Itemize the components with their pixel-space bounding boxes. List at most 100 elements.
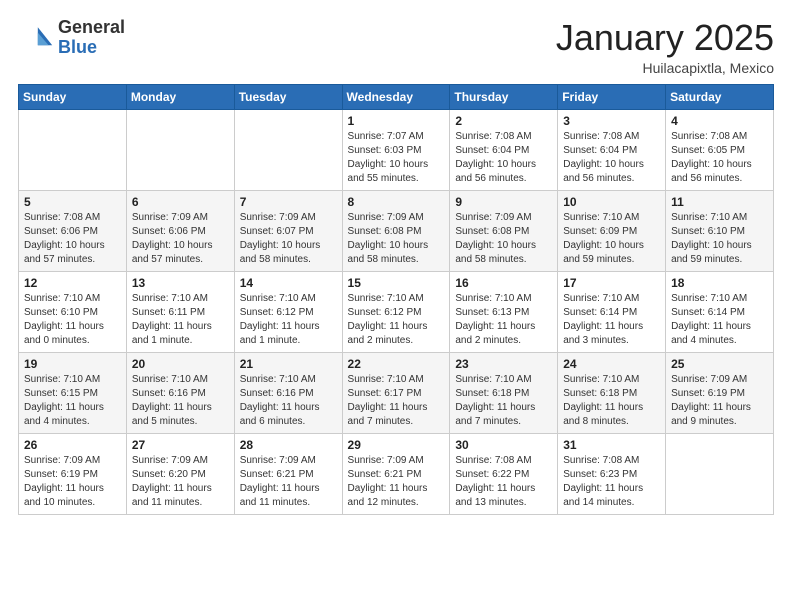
day-number: 28 — [240, 438, 337, 452]
calendar-cell: 1 Sunrise: 7:07 AM Sunset: 6:03 PM Daylig… — [342, 109, 450, 190]
calendar-cell: 11 Sunrise: 7:10 AM Sunset: 6:10 PM Dayli… — [666, 190, 774, 271]
day-info: Sunrise: 7:09 AM Sunset: 6:21 PM Dayligh… — [348, 454, 445, 510]
day-info: Sunrise: 7:10 AM Sunset: 6:15 PM Dayligh… — [24, 373, 121, 429]
day-number: 9 — [455, 195, 552, 209]
day-info: Sunrise: 7:08 AM Sunset: 6:23 PM Dayligh… — [563, 454, 660, 510]
calendar-cell — [666, 433, 774, 514]
calendar-cell: 2 Sunrise: 7:08 AM Sunset: 6:04 PM Daylig… — [450, 109, 558, 190]
calendar-cell: 24 Sunrise: 7:10 AM Sunset: 6:18 PM Dayli… — [558, 352, 666, 433]
calendar-cell: 8 Sunrise: 7:09 AM Sunset: 6:08 PM Daylig… — [342, 190, 450, 271]
day-header-sunday: Sunday — [19, 84, 127, 109]
logo-general-text: General — [58, 18, 125, 38]
day-number: 22 — [348, 357, 445, 371]
calendar-cell: 16 Sunrise: 7:10 AM Sunset: 6:13 PM Dayli… — [450, 271, 558, 352]
calendar-cell: 25Sunrise: 7:09 AM Sunset: 6:19 PM Dayli… — [666, 352, 774, 433]
calendar-cell — [234, 109, 342, 190]
day-info: Sunrise: 7:10 AM Sunset: 6:18 PM Dayligh… — [455, 373, 552, 429]
day-number: 7 — [240, 195, 337, 209]
day-info: Sunrise: 7:10 AM Sunset: 6:14 PM Dayligh… — [671, 292, 768, 348]
calendar-cell — [19, 109, 127, 190]
location: Huilacapixtla, Mexico — [556, 60, 774, 76]
title-block: January 2025 Huilacapixtla, Mexico — [556, 18, 774, 76]
day-number: 13 — [132, 276, 229, 290]
day-header-saturday: Saturday — [666, 84, 774, 109]
day-header-tuesday: Tuesday — [234, 84, 342, 109]
calendar-cell: 12 Sunrise: 7:10 AM Sunset: 6:10 PM Dayli… — [19, 271, 127, 352]
day-number: 12 — [24, 276, 121, 290]
day-info: Sunrise: 7:09 AM Sunset: 6:07 PM Dayligh… — [240, 211, 337, 267]
day-number: 18 — [671, 276, 768, 290]
day-info: Sunrise: 7:09 AM Sunset: 6:21 PM Dayligh… — [240, 454, 337, 510]
day-number: 4 — [671, 114, 768, 128]
logo-icon — [18, 20, 54, 56]
day-number: 1 — [348, 114, 445, 128]
calendar-cell — [126, 109, 234, 190]
day-number: 19 — [24, 357, 121, 371]
calendar: SundayMondayTuesdayWednesdayThursdayFrid… — [18, 84, 774, 515]
calendar-week-3: 12 Sunrise: 7:10 AM Sunset: 6:10 PM Dayli… — [19, 271, 774, 352]
day-info: Sunrise: 7:07 AM Sunset: 6:03 PM Dayligh… — [348, 130, 445, 186]
day-info: Sunrise: 7:09 AM Sunset: 6:08 PM Dayligh… — [348, 211, 445, 267]
calendar-week-4: 19 Sunrise: 7:10 AM Sunset: 6:15 PM Dayli… — [19, 352, 774, 433]
day-info: Sunrise: 7:09 AM Sunset: 6:08 PM Dayligh… — [455, 211, 552, 267]
calendar-cell: 22 Sunrise: 7:10 AM Sunset: 6:17 PM Dayli… — [342, 352, 450, 433]
day-info: Sunrise: 7:08 AM Sunset: 6:05 PM Dayligh… — [671, 130, 768, 186]
month-title: January 2025 — [556, 18, 774, 58]
calendar-week-2: 5 Sunrise: 7:08 AM Sunset: 6:06 PM Daylig… — [19, 190, 774, 271]
header: General Blue January 2025 Huilacapixtla,… — [18, 18, 774, 76]
day-header-wednesday: Wednesday — [342, 84, 450, 109]
calendar-cell: 4 Sunrise: 7:08 AM Sunset: 6:05 PM Daylig… — [666, 109, 774, 190]
calendar-cell: 26 Sunrise: 7:09 AM Sunset: 6:19 PM Dayli… — [19, 433, 127, 514]
logo: General Blue — [18, 18, 125, 58]
day-info: Sunrise: 7:10 AM Sunset: 6:12 PM Dayligh… — [348, 292, 445, 348]
day-info: Sunrise: 7:10 AM Sunset: 6:18 PM Dayligh… — [563, 373, 660, 429]
calendar-cell: 6Sunrise: 7:09 AM Sunset: 6:06 PM Daylig… — [126, 190, 234, 271]
day-info: Sunrise: 7:10 AM Sunset: 6:13 PM Dayligh… — [455, 292, 552, 348]
calendar-cell: 13 Sunrise: 7:10 AM Sunset: 6:11 PM Dayli… — [126, 271, 234, 352]
calendar-cell: 14Sunrise: 7:10 AM Sunset: 6:12 PM Dayli… — [234, 271, 342, 352]
calendar-week-5: 26 Sunrise: 7:09 AM Sunset: 6:19 PM Dayli… — [19, 433, 774, 514]
day-number: 3 — [563, 114, 660, 128]
calendar-cell: 5 Sunrise: 7:08 AM Sunset: 6:06 PM Daylig… — [19, 190, 127, 271]
calendar-cell: 9 Sunrise: 7:09 AM Sunset: 6:08 PM Daylig… — [450, 190, 558, 271]
day-info: Sunrise: 7:08 AM Sunset: 6:04 PM Dayligh… — [455, 130, 552, 186]
page: General Blue January 2025 Huilacapixtla,… — [0, 0, 792, 612]
day-number: 26 — [24, 438, 121, 452]
day-header-thursday: Thursday — [450, 84, 558, 109]
calendar-cell: 18 Sunrise: 7:10 AM Sunset: 6:14 PM Dayli… — [666, 271, 774, 352]
day-number: 8 — [348, 195, 445, 209]
day-number: 2 — [455, 114, 552, 128]
day-info: Sunrise: 7:10 AM Sunset: 6:10 PM Dayligh… — [24, 292, 121, 348]
calendar-cell: 10Sunrise: 7:10 AM Sunset: 6:09 PM Dayli… — [558, 190, 666, 271]
day-info: Sunrise: 7:10 AM Sunset: 6:17 PM Dayligh… — [348, 373, 445, 429]
calendar-cell: 29Sunrise: 7:09 AM Sunset: 6:21 PM Dayli… — [342, 433, 450, 514]
calendar-cell: 23Sunrise: 7:10 AM Sunset: 6:18 PM Dayli… — [450, 352, 558, 433]
day-info: Sunrise: 7:10 AM Sunset: 6:11 PM Dayligh… — [132, 292, 229, 348]
day-number: 16 — [455, 276, 552, 290]
calendar-header-row: SundayMondayTuesdayWednesdayThursdayFrid… — [19, 84, 774, 109]
day-info: Sunrise: 7:10 AM Sunset: 6:10 PM Dayligh… — [671, 211, 768, 267]
calendar-cell: 7 Sunrise: 7:09 AM Sunset: 6:07 PM Daylig… — [234, 190, 342, 271]
day-header-friday: Friday — [558, 84, 666, 109]
calendar-cell: 19 Sunrise: 7:10 AM Sunset: 6:15 PM Dayli… — [19, 352, 127, 433]
calendar-cell: 31 Sunrise: 7:08 AM Sunset: 6:23 PM Dayli… — [558, 433, 666, 514]
day-info: Sunrise: 7:08 AM Sunset: 6:06 PM Dayligh… — [24, 211, 121, 267]
calendar-cell: 28 Sunrise: 7:09 AM Sunset: 6:21 PM Dayli… — [234, 433, 342, 514]
day-number: 6 — [132, 195, 229, 209]
calendar-cell: 20Sunrise: 7:10 AM Sunset: 6:16 PM Dayli… — [126, 352, 234, 433]
day-info: Sunrise: 7:10 AM Sunset: 6:09 PM Dayligh… — [563, 211, 660, 267]
day-number: 5 — [24, 195, 121, 209]
calendar-cell: 15Sunrise: 7:10 AM Sunset: 6:12 PM Dayli… — [342, 271, 450, 352]
day-info: Sunrise: 7:08 AM Sunset: 6:04 PM Dayligh… — [563, 130, 660, 186]
day-number: 31 — [563, 438, 660, 452]
day-info: Sunrise: 7:09 AM Sunset: 6:19 PM Dayligh… — [24, 454, 121, 510]
day-info: Sunrise: 7:10 AM Sunset: 6:12 PM Dayligh… — [240, 292, 337, 348]
calendar-cell: 30Sunrise: 7:08 AM Sunset: 6:22 PM Dayli… — [450, 433, 558, 514]
logo-blue-text: Blue — [58, 38, 125, 58]
day-info: Sunrise: 7:10 AM Sunset: 6:16 PM Dayligh… — [132, 373, 229, 429]
day-info: Sunrise: 7:10 AM Sunset: 6:16 PM Dayligh… — [240, 373, 337, 429]
day-number: 11 — [671, 195, 768, 209]
day-number: 30 — [455, 438, 552, 452]
day-number: 21 — [240, 357, 337, 371]
day-number: 24 — [563, 357, 660, 371]
